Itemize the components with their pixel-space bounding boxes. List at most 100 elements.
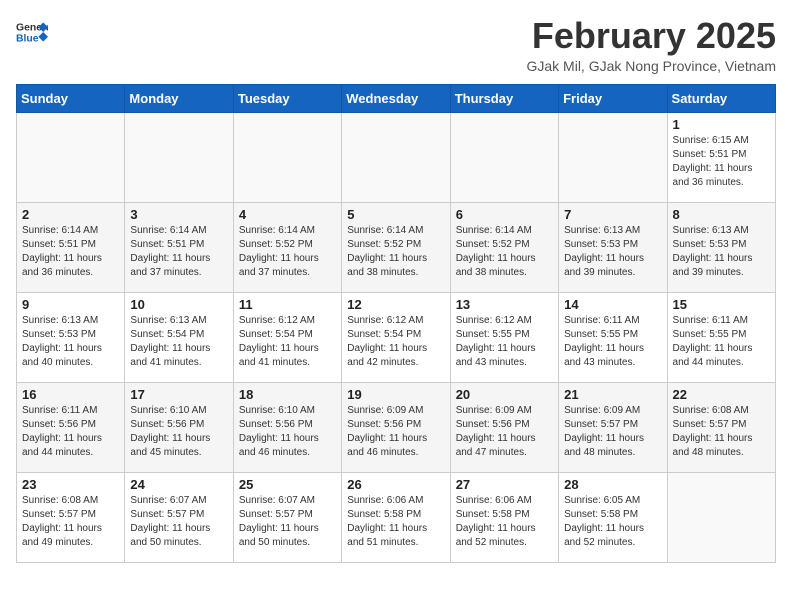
calendar-cell: 12Sunrise: 6:12 AM Sunset: 5:54 PM Dayli… bbox=[342, 292, 450, 382]
day-number: 26 bbox=[347, 477, 444, 492]
calendar-cell: 4 Sunrise: 6:14 AM Sunset: 5:52 PM Daylig… bbox=[233, 202, 341, 292]
day-number: 8 bbox=[673, 207, 770, 222]
day-info: Sunrise: 6:11 AM Sunset: 5:55 PM Dayligh… bbox=[673, 314, 770, 370]
day-info: Sunrise: 6:09 AM Sunset: 5:56 PM Dayligh… bbox=[456, 404, 553, 460]
day-info: Sunrise: 6:09 AM Sunset: 5:57 PM Dayligh… bbox=[564, 404, 661, 460]
day-info: Sunrise: 6:13 AM Sunset: 5:54 PM Dayligh… bbox=[130, 314, 227, 370]
day-info: Sunrise: 6:06 AM Sunset: 5:58 PM Dayligh… bbox=[456, 494, 553, 550]
calendar-cell bbox=[125, 112, 233, 202]
calendar-cell: 28Sunrise: 6:05 AM Sunset: 5:58 PM Dayli… bbox=[559, 472, 667, 562]
title-block: February 2025 GJak Mil, GJak Nong Provin… bbox=[526, 16, 776, 74]
day-info: Sunrise: 6:10 AM Sunset: 5:56 PM Dayligh… bbox=[130, 404, 227, 460]
day-number: 23 bbox=[22, 477, 119, 492]
calendar-week-1: 1Sunrise: 6:15 AM Sunset: 5:51 PM Daylig… bbox=[17, 112, 776, 202]
calendar-cell: 19Sunrise: 6:09 AM Sunset: 5:56 PM Dayli… bbox=[342, 382, 450, 472]
day-header-sunday: Sunday bbox=[17, 84, 125, 112]
day-number: 13 bbox=[456, 297, 553, 312]
calendar-cell: 22 Sunrise: 6:08 AM Sunset: 5:57 PM Dayli… bbox=[667, 382, 775, 472]
location: GJak Mil, GJak Nong Province, Vietnam bbox=[526, 58, 776, 74]
day-info: Sunrise: 6:08 AM Sunset: 5:57 PM Dayligh… bbox=[22, 494, 119, 550]
day-number: 21 bbox=[564, 387, 661, 402]
calendar-header-row: SundayMondayTuesdayWednesdayThursdayFrid… bbox=[17, 84, 776, 112]
day-number: 6 bbox=[456, 207, 553, 222]
calendar-cell: 7Sunrise: 6:13 AM Sunset: 5:53 PM Daylig… bbox=[559, 202, 667, 292]
day-header-friday: Friday bbox=[559, 84, 667, 112]
day-info: Sunrise: 6:14 AM Sunset: 5:51 PM Dayligh… bbox=[130, 224, 227, 280]
logo: General Blue bbox=[16, 16, 48, 48]
day-number: 22 bbox=[673, 387, 770, 402]
day-number: 25 bbox=[239, 477, 336, 492]
day-number: 3 bbox=[130, 207, 227, 222]
calendar-week-3: 9 Sunrise: 6:13 AM Sunset: 5:53 PM Daylig… bbox=[17, 292, 776, 382]
day-number: 15 bbox=[673, 297, 770, 312]
day-number: 18 bbox=[239, 387, 336, 402]
day-info: Sunrise: 6:15 AM Sunset: 5:51 PM Dayligh… bbox=[673, 134, 770, 190]
calendar-cell bbox=[17, 112, 125, 202]
calendar-cell: 21 Sunrise: 6:09 AM Sunset: 5:57 PM Dayli… bbox=[559, 382, 667, 472]
calendar-week-2: 2 Sunrise: 6:14 AM Sunset: 5:51 PM Daylig… bbox=[17, 202, 776, 292]
day-info: Sunrise: 6:13 AM Sunset: 5:53 PM Dayligh… bbox=[22, 314, 119, 370]
day-info: Sunrise: 6:06 AM Sunset: 5:58 PM Dayligh… bbox=[347, 494, 444, 550]
day-header-wednesday: Wednesday bbox=[342, 84, 450, 112]
day-number: 20 bbox=[456, 387, 553, 402]
day-info: Sunrise: 6:12 AM Sunset: 5:54 PM Dayligh… bbox=[347, 314, 444, 370]
calendar-cell bbox=[559, 112, 667, 202]
day-info: Sunrise: 6:13 AM Sunset: 5:53 PM Dayligh… bbox=[564, 224, 661, 280]
day-number: 10 bbox=[130, 297, 227, 312]
day-info: Sunrise: 6:07 AM Sunset: 5:57 PM Dayligh… bbox=[130, 494, 227, 550]
day-info: Sunrise: 6:14 AM Sunset: 5:52 PM Dayligh… bbox=[347, 224, 444, 280]
calendar-cell bbox=[342, 112, 450, 202]
day-header-thursday: Thursday bbox=[450, 84, 558, 112]
calendar-cell: 27 Sunrise: 6:06 AM Sunset: 5:58 PM Dayli… bbox=[450, 472, 558, 562]
day-header-tuesday: Tuesday bbox=[233, 84, 341, 112]
calendar-cell bbox=[233, 112, 341, 202]
calendar-cell: 26 Sunrise: 6:06 AM Sunset: 5:58 PM Dayli… bbox=[342, 472, 450, 562]
day-info: Sunrise: 6:08 AM Sunset: 5:57 PM Dayligh… bbox=[673, 404, 770, 460]
calendar-cell: 15 Sunrise: 6:11 AM Sunset: 5:55 PM Dayli… bbox=[667, 292, 775, 382]
calendar-cell bbox=[450, 112, 558, 202]
day-info: Sunrise: 6:11 AM Sunset: 5:56 PM Dayligh… bbox=[22, 404, 119, 460]
day-number: 14 bbox=[564, 297, 661, 312]
calendar-cell: 9 Sunrise: 6:13 AM Sunset: 5:53 PM Daylig… bbox=[17, 292, 125, 382]
calendar-cell: 10 Sunrise: 6:13 AM Sunset: 5:54 PM Dayli… bbox=[125, 292, 233, 382]
page-header: General Blue February 2025 GJak Mil, GJa… bbox=[16, 16, 776, 74]
day-number: 5 bbox=[347, 207, 444, 222]
day-number: 2 bbox=[22, 207, 119, 222]
day-info: Sunrise: 6:07 AM Sunset: 5:57 PM Dayligh… bbox=[239, 494, 336, 550]
day-number: 9 bbox=[22, 297, 119, 312]
calendar-cell: 18 Sunrise: 6:10 AM Sunset: 5:56 PM Dayli… bbox=[233, 382, 341, 472]
calendar-cell: 11 Sunrise: 6:12 AM Sunset: 5:54 PM Dayli… bbox=[233, 292, 341, 382]
calendar-cell: 20 Sunrise: 6:09 AM Sunset: 5:56 PM Dayli… bbox=[450, 382, 558, 472]
day-info: Sunrise: 6:13 AM Sunset: 5:53 PM Dayligh… bbox=[673, 224, 770, 280]
calendar-cell: 5 Sunrise: 6:14 AM Sunset: 5:52 PM Daylig… bbox=[342, 202, 450, 292]
day-number: 11 bbox=[239, 297, 336, 312]
calendar-cell: 13 Sunrise: 6:12 AM Sunset: 5:55 PM Dayli… bbox=[450, 292, 558, 382]
day-number: 27 bbox=[456, 477, 553, 492]
calendar-cell: 8 Sunrise: 6:13 AM Sunset: 5:53 PM Daylig… bbox=[667, 202, 775, 292]
day-header-saturday: Saturday bbox=[667, 84, 775, 112]
calendar-week-4: 16 Sunrise: 6:11 AM Sunset: 5:56 PM Dayli… bbox=[17, 382, 776, 472]
day-info: Sunrise: 6:12 AM Sunset: 5:55 PM Dayligh… bbox=[456, 314, 553, 370]
calendar-cell: 6 Sunrise: 6:14 AM Sunset: 5:52 PM Daylig… bbox=[450, 202, 558, 292]
calendar-week-5: 23 Sunrise: 6:08 AM Sunset: 5:57 PM Dayli… bbox=[17, 472, 776, 562]
day-info: Sunrise: 6:14 AM Sunset: 5:52 PM Dayligh… bbox=[456, 224, 553, 280]
calendar-cell: 2 Sunrise: 6:14 AM Sunset: 5:51 PM Daylig… bbox=[17, 202, 125, 292]
calendar-cell: 23 Sunrise: 6:08 AM Sunset: 5:57 PM Dayli… bbox=[17, 472, 125, 562]
calendar: SundayMondayTuesdayWednesdayThursdayFrid… bbox=[16, 84, 776, 563]
calendar-cell: 24Sunrise: 6:07 AM Sunset: 5:57 PM Dayli… bbox=[125, 472, 233, 562]
day-info: Sunrise: 6:14 AM Sunset: 5:52 PM Dayligh… bbox=[239, 224, 336, 280]
logo-icon: General Blue bbox=[16, 16, 48, 48]
day-number: 4 bbox=[239, 207, 336, 222]
calendar-cell: 14Sunrise: 6:11 AM Sunset: 5:55 PM Dayli… bbox=[559, 292, 667, 382]
month-year: February 2025 bbox=[526, 16, 776, 56]
day-info: Sunrise: 6:10 AM Sunset: 5:56 PM Dayligh… bbox=[239, 404, 336, 460]
day-number: 17 bbox=[130, 387, 227, 402]
day-number: 16 bbox=[22, 387, 119, 402]
calendar-cell: 16 Sunrise: 6:11 AM Sunset: 5:56 PM Dayli… bbox=[17, 382, 125, 472]
day-info: Sunrise: 6:12 AM Sunset: 5:54 PM Dayligh… bbox=[239, 314, 336, 370]
day-number: 19 bbox=[347, 387, 444, 402]
day-number: 28 bbox=[564, 477, 661, 492]
calendar-cell: 17 Sunrise: 6:10 AM Sunset: 5:56 PM Dayli… bbox=[125, 382, 233, 472]
day-info: Sunrise: 6:14 AM Sunset: 5:51 PM Dayligh… bbox=[22, 224, 119, 280]
calendar-cell: 3 Sunrise: 6:14 AM Sunset: 5:51 PM Daylig… bbox=[125, 202, 233, 292]
